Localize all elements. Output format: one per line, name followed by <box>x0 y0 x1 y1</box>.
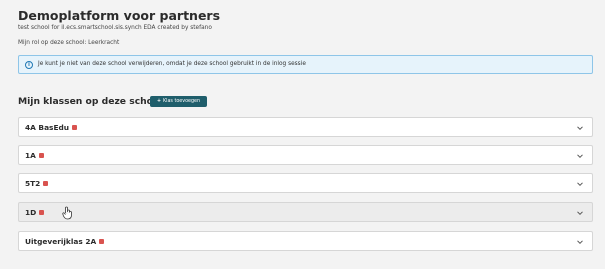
warning-badge-icon <box>39 209 45 215</box>
section-title: Mijn klassen op deze school <box>18 96 163 107</box>
class-row-uitgeverijklas-2a[interactable]: Uitgeverijklas 2A <box>18 231 593 251</box>
class-row-4a-basedu[interactable]: 4A BasEdu <box>18 117 593 137</box>
add-class-button-label: Klas toevoegen <box>163 99 200 104</box>
class-name: 4A BasEdu <box>25 123 78 132</box>
warning-badge-icon <box>43 180 49 186</box>
chevron-down-icon[interactable] <box>575 237 585 247</box>
add-class-button[interactable]: + Klas toevoegen <box>150 96 207 107</box>
class-row-1d[interactable]: 1D <box>18 202 593 222</box>
hand-cursor-icon <box>62 206 72 220</box>
alert-text: Je kunt je niet van deze school verwijde… <box>38 61 306 67</box>
warning-badge-icon <box>38 152 44 158</box>
page: Demoplatform voor partners test school f… <box>8 0 597 269</box>
warning-badge-icon <box>72 124 78 130</box>
class-row-5t2[interactable]: 5T2 <box>18 173 593 193</box>
class-name: 5T2 <box>25 179 49 188</box>
chevron-down-icon[interactable] <box>575 151 585 161</box>
info-icon: i <box>25 60 33 69</box>
class-row-1a[interactable]: 1A <box>18 145 593 165</box>
info-alert: i Je kunt je niet van deze school verwij… <box>18 55 593 74</box>
class-name: 1D <box>25 208 45 217</box>
class-name: 1A <box>25 151 44 160</box>
page-title: Demoplatform voor partners <box>18 8 221 23</box>
chevron-down-icon[interactable] <box>575 123 585 133</box>
warning-badge-icon <box>99 238 105 244</box>
chevron-down-icon[interactable] <box>575 179 585 189</box>
plus-icon: + <box>156 99 162 104</box>
school-description: test school for il.ecs.smartschool.sis.s… <box>18 25 212 31</box>
chevron-down-icon[interactable] <box>575 208 585 218</box>
role-text: Mijn rol op deze school: Leerkracht <box>18 40 120 46</box>
class-name: Uitgeverijklas 2A <box>25 237 105 246</box>
